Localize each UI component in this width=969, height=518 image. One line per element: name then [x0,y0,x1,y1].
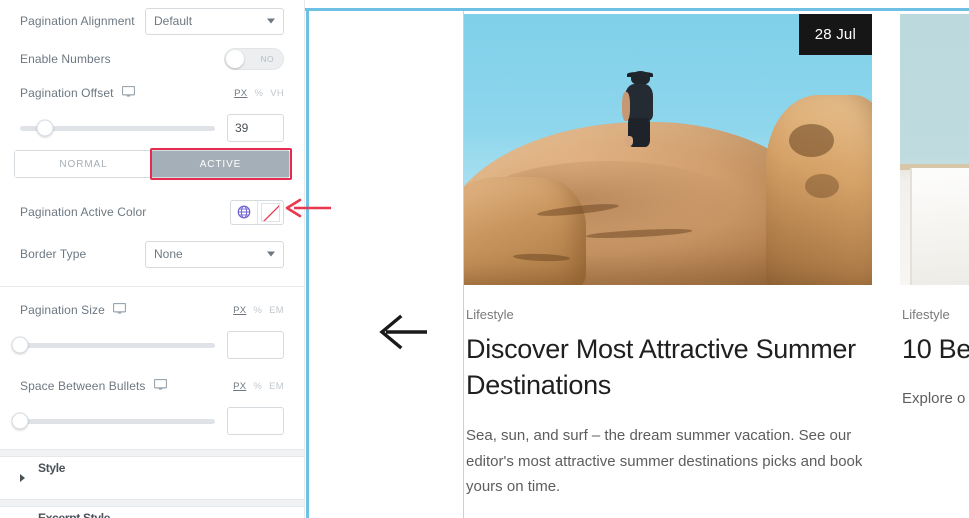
pagination-size-units: PX % EM [233,305,284,316]
space-between-bullets-slider[interactable] [11,412,215,430]
unit-em[interactable]: EM [269,381,284,392]
rock-right-formation [765,95,872,285]
element-highlight-left [306,8,309,518]
pagination-offset-units: PX % VH [234,88,284,99]
pagination-offset-input[interactable]: 39 [227,114,284,142]
space-between-bullets-label: Space Between Bullets [20,379,146,393]
unit-em[interactable]: EM [269,305,284,316]
unit-px[interactable]: PX [233,305,246,316]
section-title: Excerpt Style [38,510,110,518]
post-body: Lifestyle Discover Most Attractive Summe… [464,285,872,500]
sidebar-section-style[interactable]: Style [0,457,304,499]
control-border-type: Border Type None [0,234,304,274]
pagination-offset-slider-row: 39 [0,110,304,146]
state-tabs-wrapper: NORMAL ACTIVE [0,148,304,180]
pagination-offset-label: Pagination Offset [20,86,114,100]
enable-numbers-toggle[interactable]: NO [224,48,284,70]
unit-px[interactable]: PX [233,381,246,392]
pagination-alignment-select[interactable]: Default [145,7,284,35]
section-title: Style [38,461,66,476]
posts-carousel: 28 Jul Lifestyle Discover Most Attractiv… [464,14,969,501]
space-between-bullets-slider-row [0,403,304,439]
no-color-swatch [261,202,280,222]
pagination-offset-slider[interactable] [20,119,215,137]
unit-percent[interactable]: % [254,88,263,99]
divider [0,286,304,287]
tab-active[interactable]: ACTIVE [150,148,292,180]
slider-handle[interactable] [11,412,29,430]
unit-vh[interactable]: VH [270,88,284,99]
post-category[interactable]: Lifestyle [466,307,870,322]
border-type-label: Border Type [20,247,87,261]
control-pagination-active-color: Pagination Active Color [0,190,304,234]
state-tabs: NORMAL ACTIVE [14,148,292,180]
desktop-monitor-icon[interactable] [153,377,167,395]
space-between-bullets-input[interactable] [227,407,284,435]
pagination-size-slider-row [0,327,304,363]
pagination-active-color-label: Pagination Active Color [20,205,147,219]
slider-handle[interactable] [36,119,54,137]
pagination-alignment-label: Pagination Alignment [20,14,135,28]
post-body: Lifestyle 10 Bes Ideas Explore o decorat… [900,285,969,412]
style-panel-sidebar: Pagination Alignment Default Enable Numb… [0,0,305,518]
toggle-state-label: NO [260,54,274,64]
border-type-select[interactable]: None [145,240,284,268]
space-between-bullets-units: PX % EM [233,381,284,392]
border-type-value: None [145,240,284,268]
post-title[interactable]: Discover Most Attractive Summer Destinat… [466,331,870,404]
unit-percent[interactable]: % [253,305,262,316]
post-card[interactable]: Lifestyle 10 Bes Ideas Explore o decorat… [900,14,969,501]
post-title[interactable]: 10 Bes Ideas [902,331,969,367]
sidebar-section-excerpt-style[interactable]: Excerpt Style [0,507,304,518]
pagination-alignment-value: Default [145,7,284,35]
person-head [630,70,650,85]
desktop-monitor-icon[interactable] [112,301,126,319]
tab-normal[interactable]: NORMAL [15,151,152,177]
chevron-down-icon [267,18,275,24]
interior-photo [900,14,969,285]
color-buttons [230,199,284,225]
pagination-size-slider[interactable] [11,336,215,354]
post-thumbnail[interactable]: 28 Jul [464,14,872,285]
unit-percent[interactable]: % [253,381,262,392]
unit-px[interactable]: PX [234,88,247,99]
control-pagination-size: Pagination Size PX % EM [0,293,304,327]
enable-numbers-label: Enable Numbers [20,52,111,66]
rock-ledge [464,176,587,285]
desktop-monitor-icon[interactable] [121,84,135,102]
toggle-knob [226,50,244,68]
post-date-badge: 28 Jul [798,14,872,55]
pagination-size-label: Pagination Size [20,303,105,317]
element-highlight-top [305,8,969,11]
preview-canvas: 28 Jul Lifestyle Discover Most Attractiv… [305,0,969,518]
section-separator [0,499,304,507]
post-category[interactable]: Lifestyle [902,307,969,322]
post-thumbnail[interactable] [900,14,969,285]
control-space-between-bullets: Space Between Bullets PX % EM [0,369,304,403]
color-swatch-button[interactable] [257,200,283,224]
slider-handle[interactable] [11,336,29,354]
control-pagination-alignment: Pagination Alignment Default [0,0,304,42]
post-excerpt: Explore o decoratio into a rea [902,390,969,408]
color-picker-control [230,199,284,225]
section-separator [0,449,304,457]
global-colors-button[interactable] [231,201,257,224]
control-pagination-offset: Pagination Offset PX % VH [0,76,304,110]
chevron-right-icon [20,474,25,482]
wall-panel [909,168,969,285]
screen: Pagination Alignment Default Enable Numb… [0,0,969,518]
person-silhouette [621,70,658,152]
globe-icon [237,205,251,219]
post-card[interactable]: 28 Jul Lifestyle Discover Most Attractiv… [464,14,872,501]
pagination-size-input[interactable] [227,331,284,359]
chevron-down-icon [267,251,275,257]
control-enable-numbers: Enable Numbers NO [0,42,304,76]
post-excerpt: Sea, sun, and surf – the dream summer va… [466,426,863,496]
person-arm [621,92,630,122]
person-hand [624,135,633,146]
